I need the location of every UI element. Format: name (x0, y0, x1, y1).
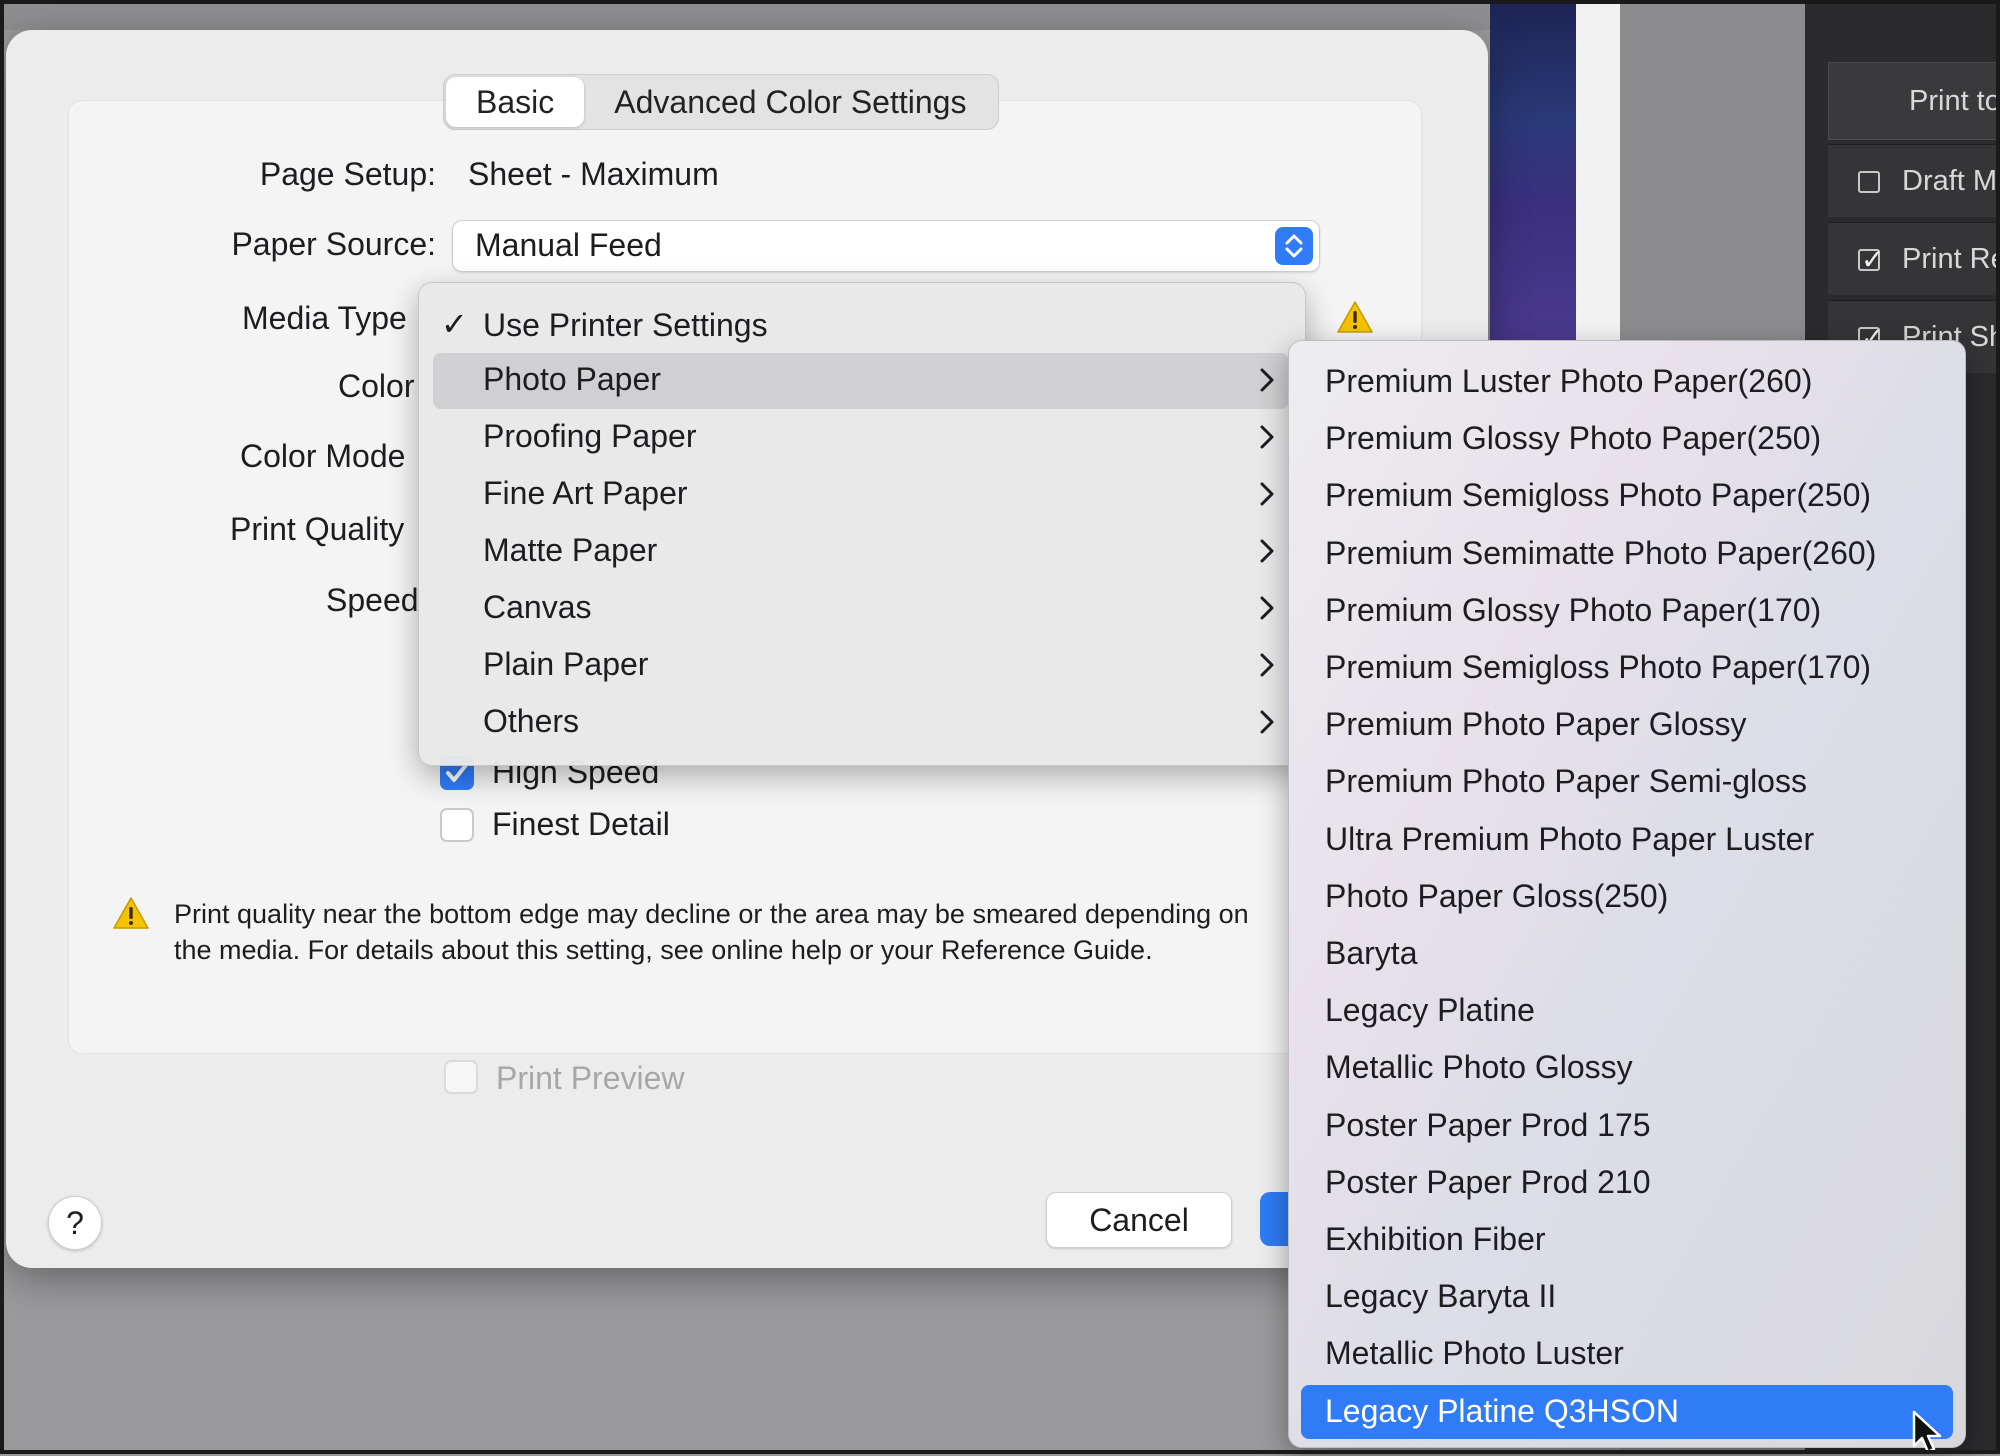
submenu-item-label: Premium Glossy Photo Paper(170) (1325, 591, 1822, 628)
cancel-button[interactable]: Cancel (1046, 1192, 1232, 1248)
print-to-button[interactable]: Print to (1828, 62, 2000, 140)
media-type-label: Media Type (242, 300, 407, 336)
submenu-item[interactable]: Exhibition Fiber (1301, 1213, 1953, 1267)
bottom-edge-warning-text: Print quality near the bottom edge may d… (174, 899, 1249, 965)
print-preview-checkbox[interactable] (444, 1060, 478, 1094)
menu-item-label: Matte Paper (483, 532, 658, 568)
menu-item-proofing-paper[interactable]: Proofing Paper (433, 410, 1289, 466)
submenu-item[interactable]: Poster Paper Prod 210 (1301, 1156, 1953, 1210)
submenu-item-label: Metallic Photo Luster (1325, 1335, 1624, 1372)
submenu-item-label: Photo Paper Gloss(250) (1325, 877, 1669, 914)
draft-mode-label: Draft Mo (1902, 165, 2000, 197)
page-setup-label: Page Setup: (259, 156, 436, 192)
menu-item-others[interactable]: Others (433, 695, 1289, 751)
menu-item-photo-paper[interactable]: Photo Paper (433, 353, 1289, 409)
menu-item-label: Photo Paper (483, 361, 661, 397)
submenu-item[interactable]: Premium Photo Paper Glossy (1301, 698, 1953, 752)
submenu-item[interactable]: Poster Paper Prod 175 (1301, 1099, 1953, 1153)
submenu-item-label: Premium Photo Paper Glossy (1325, 706, 1747, 743)
submenu-item[interactable]: Legacy Platine (1301, 984, 1953, 1038)
page-setup-value: Sheet - Maximum (468, 156, 719, 192)
submenu-item-label: Ultra Premium Photo Paper Luster (1325, 820, 1815, 857)
draft-mode-checkbox[interactable] (1858, 171, 1880, 193)
background-top (0, 0, 1495, 30)
menu-item-label: Others (483, 703, 580, 739)
paper-source-label: Paper Source: (231, 226, 436, 262)
submenu-item[interactable]: Premium Semigloss Photo Paper(250) (1301, 469, 1953, 523)
submenu-item-label: Baryta (1325, 935, 1418, 971)
submenu-item-label: Premium Photo Paper Semi-gloss (1325, 763, 1807, 800)
menu-item-label: Plain Paper (483, 646, 649, 682)
menu-item-canvas[interactable]: Canvas (433, 581, 1289, 637)
submenu-item-label: Premium Semigloss Photo Paper(250) (1325, 477, 1872, 514)
print-to-label: Print to (1909, 85, 2000, 117)
color-label: Color (338, 368, 415, 404)
submenu-item-label: Legacy Platine (1325, 992, 1535, 1029)
color-mode-label: Color Mode (240, 438, 406, 474)
media-type-menu: ✓ Use Printer Settings Photo Paper Proof… (418, 282, 1306, 766)
submenu-item-label: Exhibition Fiber (1325, 1221, 1546, 1257)
submenu-item-label: Legacy Baryta II (1325, 1278, 1557, 1315)
menu-item-label: Use Printer Settings (483, 307, 768, 343)
mouse-pointer-icon (1912, 1410, 1942, 1454)
submenu-item-label: Premium Luster Photo Paper(260) (1325, 363, 1813, 399)
submenu-item-label: Premium Semigloss Photo Paper(170) (1325, 649, 1872, 685)
print-res-checkbox[interactable] (1858, 243, 1884, 276)
chevron-right-icon (1260, 425, 1274, 449)
speed-label: Speed (326, 582, 419, 618)
chevron-right-icon (1260, 653, 1274, 677)
submenu-item[interactable]: Legacy Platine Q3HSON (1301, 1384, 1953, 1439)
chevron-right-icon (1260, 368, 1274, 392)
media-warning-icon (1337, 301, 1373, 333)
submenu-item[interactable]: Metallic Photo Luster (1301, 1327, 1953, 1381)
submenu-item-label: Legacy Platine Q3HSON (1325, 1392, 1679, 1429)
paper-source-value: Manual Feed (475, 227, 662, 263)
print-res-row[interactable]: Print Re (1828, 222, 2000, 295)
submenu-item[interactable]: Legacy Baryta II (1301, 1270, 1953, 1324)
stepper-arrows-icon (1275, 227, 1313, 265)
tab-basic[interactable]: Basic (446, 77, 585, 127)
tab-bar: Basic Advanced Color Settings (443, 74, 1000, 130)
submenu-item-label: Premium Glossy Photo Paper(250) (1325, 420, 1822, 457)
warning-icon (113, 897, 149, 929)
menu-item-use-printer-settings[interactable]: ✓ Use Printer Settings (433, 299, 1289, 355)
help-button[interactable]: ? (48, 1196, 102, 1250)
checkmark-icon: ✓ (441, 306, 468, 342)
submenu-item-label: Premium Semimatte Photo Paper(260) (1325, 534, 1877, 571)
tab-advanced-color-settings[interactable]: Advanced Color Settings (584, 77, 996, 127)
menu-item-label: Canvas (483, 589, 592, 625)
finest-detail-checkbox[interactable] (440, 808, 474, 842)
submenu-item[interactable]: Premium Semimatte Photo Paper(260) (1301, 527, 1953, 581)
draft-mode-row[interactable]: Draft Mo (1828, 144, 2000, 217)
finest-detail-label: Finest Detail (492, 806, 670, 842)
submenu-item[interactable]: Premium Glossy Photo Paper(250) (1301, 412, 1953, 466)
submenu-item[interactable]: Premium Glossy Photo Paper(170) (1301, 584, 1953, 638)
submenu-item[interactable]: Baryta (1301, 927, 1953, 981)
submenu-item[interactable]: Ultra Premium Photo Paper Luster (1301, 813, 1953, 867)
photo-paper-submenu: Premium Luster Photo Paper(260) Premium G… (1288, 340, 1966, 1448)
submenu-item[interactable]: Premium Photo Paper Semi-gloss (1301, 755, 1953, 809)
print-res-label: Print Re (1902, 243, 2000, 275)
submenu-item[interactable]: Premium Luster Photo Paper(260) (1301, 355, 1953, 409)
print-quality-label: Print Quality (230, 511, 405, 547)
submenu-item-label: Poster Paper Prod 175 (1325, 1106, 1651, 1143)
submenu-item[interactable]: Photo Paper Gloss(250) (1301, 870, 1953, 924)
menu-item-fine-art-paper[interactable]: Fine Art Paper (433, 467, 1289, 523)
submenu-item[interactable]: Metallic Photo Glossy (1301, 1041, 1953, 1095)
chevron-right-icon (1260, 539, 1274, 563)
chevron-right-icon (1260, 710, 1274, 734)
menu-item-label: Fine Art Paper (483, 475, 688, 511)
background-photo (1490, 0, 1576, 345)
submenu-item[interactable]: Premium Semigloss Photo Paper(170) (1301, 641, 1953, 695)
menu-item-plain-paper[interactable]: Plain Paper (433, 638, 1289, 694)
print-preview-label: Print Preview (496, 1060, 685, 1096)
chevron-right-icon (1260, 482, 1274, 506)
background-strip (1576, 0, 1620, 345)
submenu-item-label: Metallic Photo Glossy (1325, 1049, 1633, 1086)
paper-source-select[interactable]: Manual Feed (452, 220, 1320, 272)
menu-item-label: Proofing Paper (483, 418, 697, 454)
submenu-item-label: Poster Paper Prod 210 (1325, 1163, 1651, 1200)
menu-item-matte-paper[interactable]: Matte Paper (433, 524, 1289, 580)
chevron-right-icon (1260, 596, 1274, 620)
